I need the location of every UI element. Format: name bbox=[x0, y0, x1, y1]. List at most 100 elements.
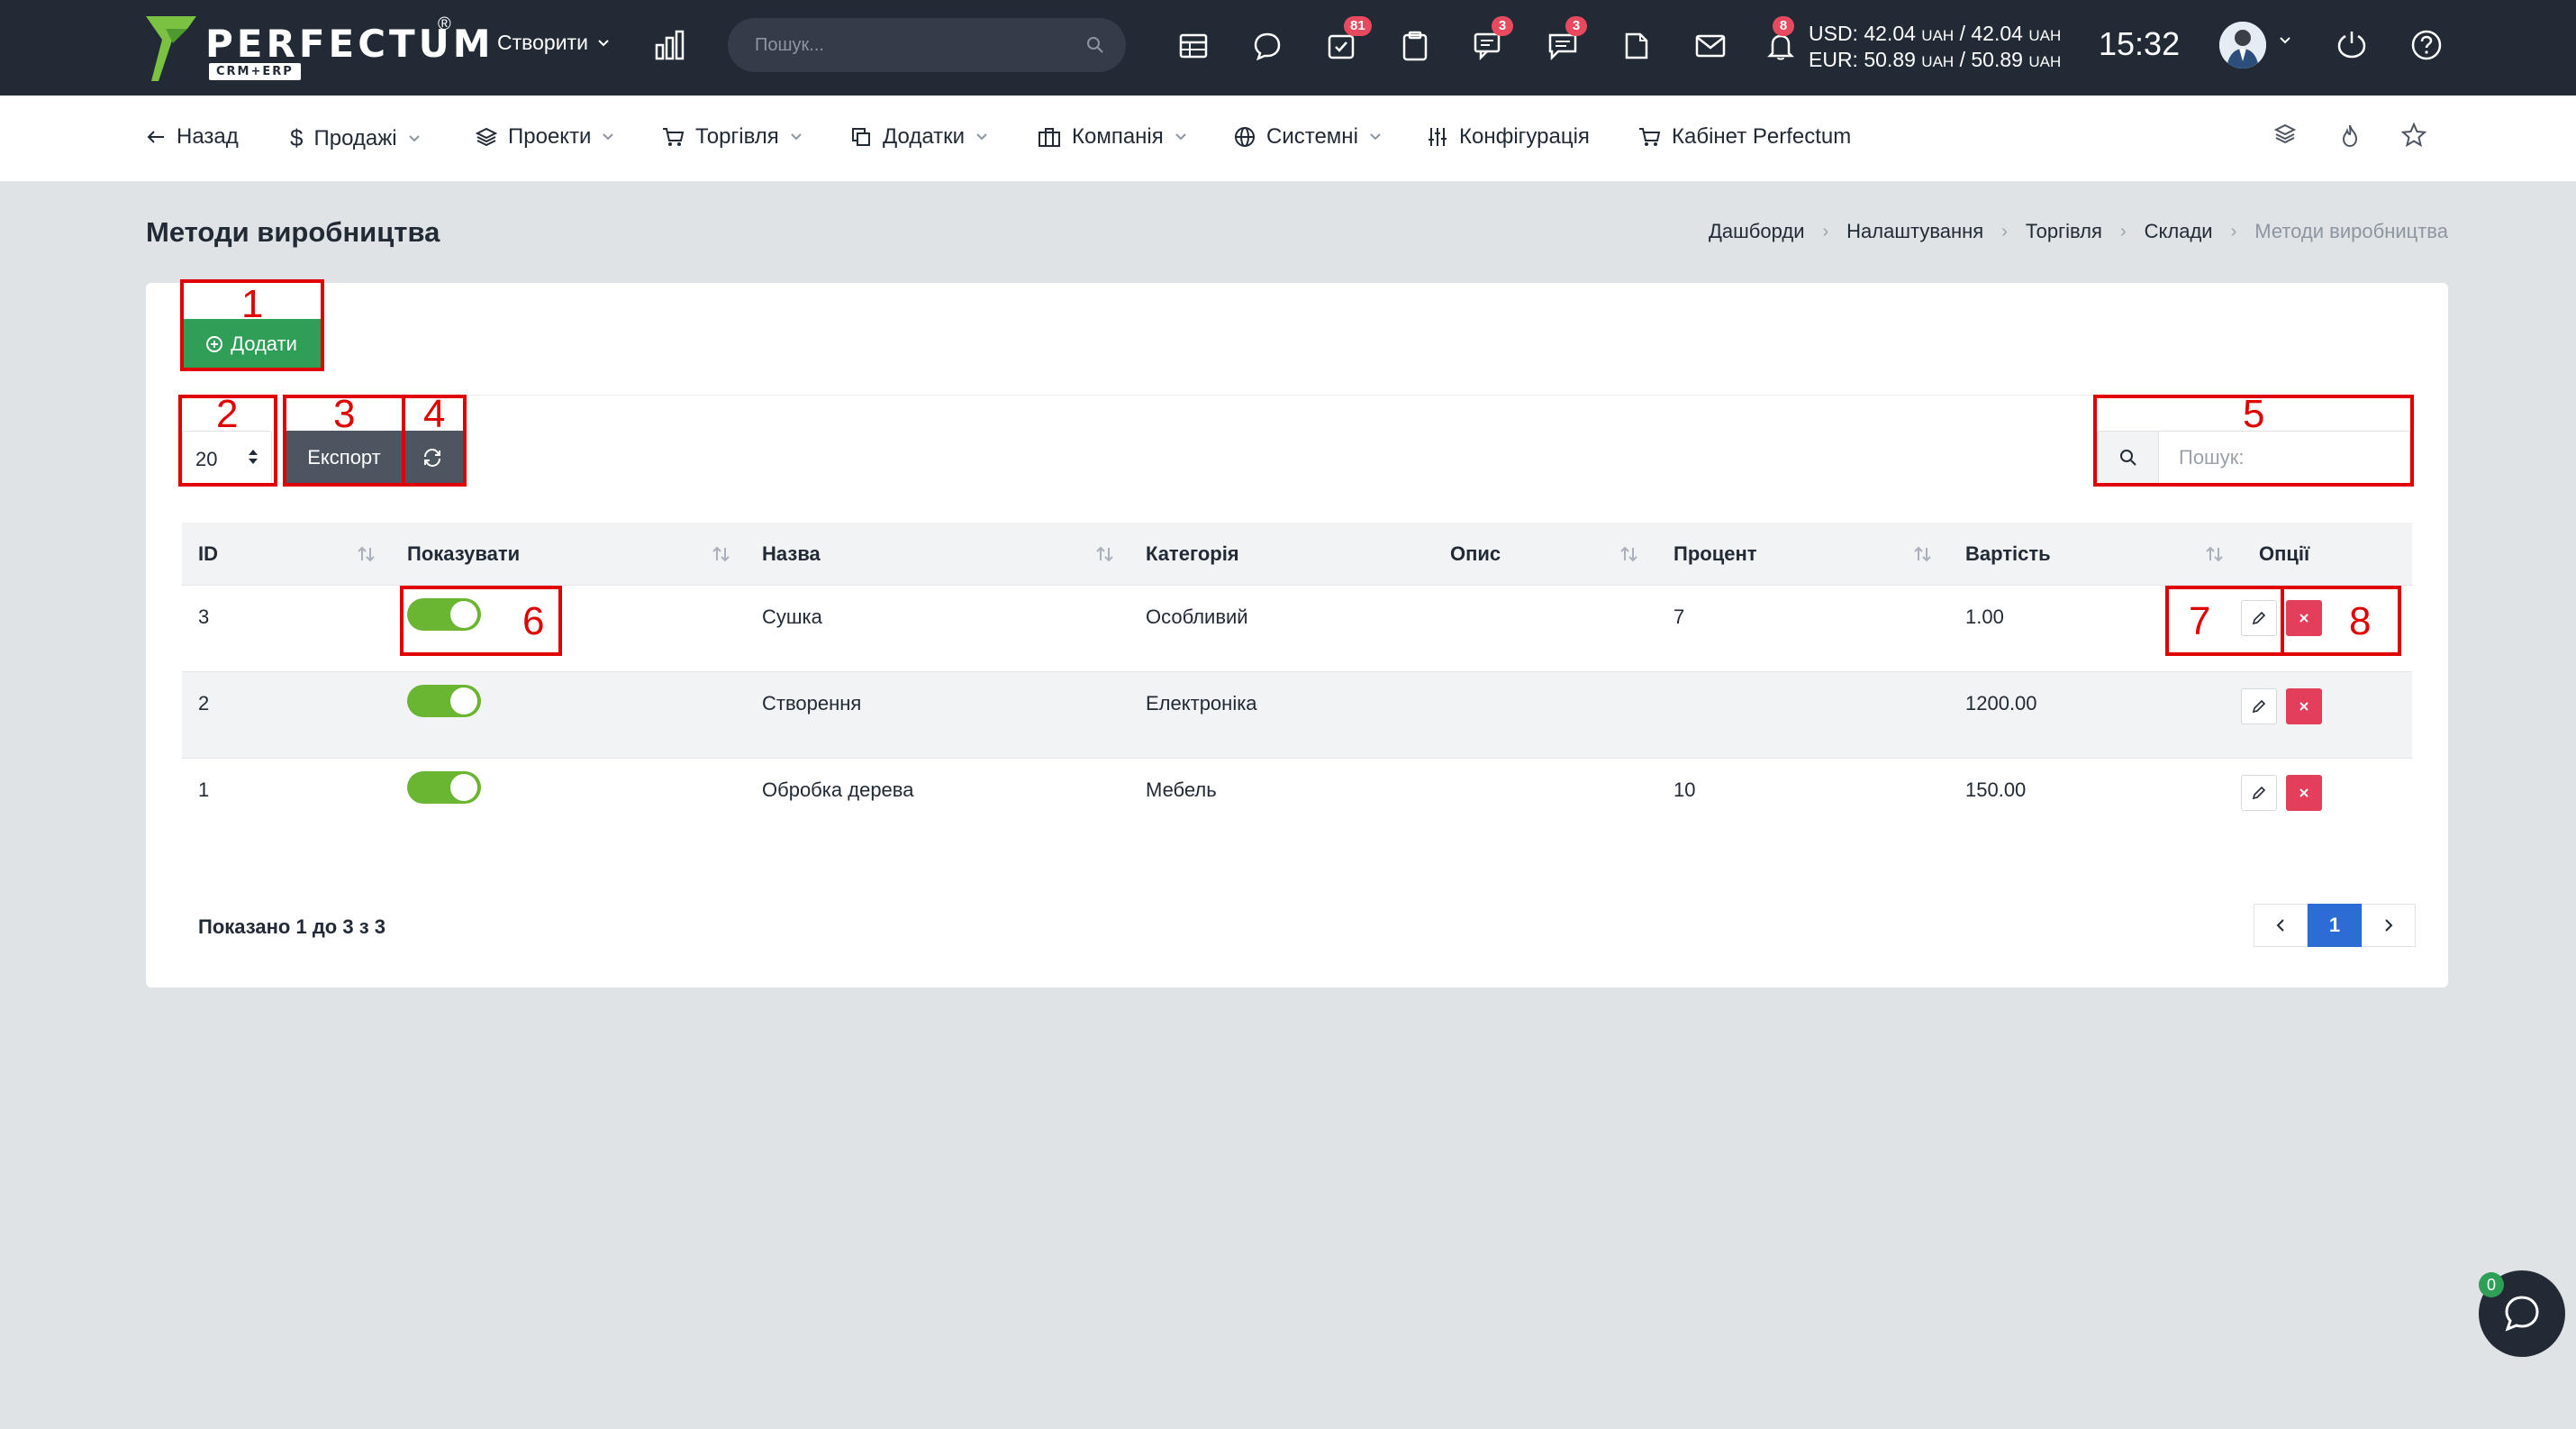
sort-icon[interactable] bbox=[1619, 544, 1639, 564]
next-page-button[interactable] bbox=[2362, 904, 2416, 947]
chevron-down-icon bbox=[1175, 133, 1186, 141]
pagination: 1 bbox=[2254, 904, 2416, 947]
chevron-down-icon bbox=[1370, 133, 1381, 141]
delete-button[interactable] bbox=[2286, 688, 2322, 724]
help-icon[interactable] bbox=[2410, 29, 2443, 61]
chevron-down-icon bbox=[603, 133, 614, 141]
breadcrumb: Дашборди › Налаштування › Торгівля › Скл… bbox=[1709, 220, 2448, 243]
show-toggle[interactable] bbox=[407, 685, 481, 717]
nav-cabinet-label: Кабінет Perfectum bbox=[1672, 124, 1852, 149]
show-toggle[interactable] bbox=[407, 771, 481, 804]
sort-icon[interactable] bbox=[712, 544, 731, 564]
pencil-icon bbox=[2252, 699, 2266, 714]
nav-sales-label: Продажі bbox=[313, 125, 397, 150]
chat-bubble-icon[interactable] bbox=[1250, 29, 1284, 63]
nav-company-label: Компанія bbox=[1072, 124, 1164, 149]
nav-sales[interactable]: $ Продажі bbox=[290, 124, 421, 152]
page-button-current[interactable]: 1 bbox=[2308, 904, 2362, 947]
document-icon[interactable] bbox=[1619, 29, 1654, 63]
sort-icon[interactable] bbox=[1095, 544, 1115, 564]
discussion-icon[interactable]: 3 bbox=[1472, 16, 1513, 63]
layers-icon[interactable] bbox=[2273, 123, 2297, 146]
edit-button[interactable] bbox=[2241, 775, 2277, 811]
breadcrumb-settings[interactable]: Налаштування bbox=[1846, 220, 1983, 243]
nav-trade[interactable]: Торгівля bbox=[661, 124, 803, 150]
star-icon[interactable] bbox=[2401, 123, 2426, 148]
nav-cabinet[interactable]: Кабінет Perfectum bbox=[1637, 124, 1851, 150]
close-icon bbox=[2299, 702, 2308, 711]
chevron-right-icon bbox=[2385, 919, 2393, 932]
chevron-down-icon[interactable] bbox=[2279, 36, 2291, 45]
nav-projects[interactable]: Проекти bbox=[476, 124, 614, 150]
nav-back[interactable]: Назад bbox=[146, 124, 239, 150]
breadcrumb-dashboards[interactable]: Дашборди bbox=[1709, 220, 1804, 243]
tasks-icon[interactable]: 81 bbox=[1324, 16, 1372, 63]
breadcrumb-separator: › bbox=[2119, 221, 2127, 241]
global-search-input[interactable] bbox=[755, 31, 1061, 59]
calendar-icon[interactable] bbox=[1176, 29, 1211, 63]
pagination-info: Показано 1 до 3 з 3 bbox=[198, 915, 385, 938]
chevron-down-icon bbox=[976, 133, 987, 141]
cell-cost: 1200.00 bbox=[1965, 692, 2037, 714]
prev-page-button[interactable] bbox=[2254, 904, 2308, 947]
create-menu[interactable]: Створити bbox=[497, 31, 610, 55]
messages-icon[interactable]: 3 bbox=[1546, 16, 1587, 63]
currency-rates: USD: 42.04 UAH / 42.04 UAH EUR: 50.89 UA… bbox=[1809, 22, 2061, 74]
edit-button[interactable] bbox=[2241, 688, 2277, 724]
column-header-id[interactable]: ID bbox=[198, 542, 218, 566]
perfectum-logo[interactable]: PERFECTUM ® CRM+ERP bbox=[146, 14, 491, 83]
power-icon[interactable] bbox=[2336, 29, 2367, 59]
create-menu-label: Створити bbox=[497, 31, 588, 54]
column-header-description[interactable]: Опис bbox=[1450, 542, 1501, 566]
cell-name: Сушка bbox=[762, 605, 822, 628]
sort-icon[interactable] bbox=[2205, 544, 2225, 564]
nav-config-label: Конфігурація bbox=[1459, 124, 1590, 149]
divider bbox=[182, 395, 2412, 396]
briefcase-icon bbox=[1039, 128, 1060, 147]
table-row: 1 Обробка дерева Мебель 10 150.00 bbox=[182, 759, 2412, 845]
notifications-bell-icon[interactable]: 8 bbox=[1764, 16, 1798, 63]
nav-system[interactable]: Системні bbox=[1234, 124, 1382, 150]
column-header-options: Опції bbox=[2259, 542, 2310, 565]
nav-addons[interactable]: Додатки bbox=[850, 124, 988, 150]
cart-icon bbox=[1639, 128, 1661, 146]
breadcrumb-separator: › bbox=[1822, 221, 1829, 241]
annotation-number-5: 5 bbox=[2243, 392, 2265, 436]
logo-subtitle: CRM+ERP bbox=[209, 63, 301, 80]
logo-registered-mark: ® bbox=[438, 14, 451, 34]
notifications-badge: 8 bbox=[1773, 16, 1794, 36]
global-search[interactable] bbox=[728, 18, 1126, 72]
nav-config[interactable]: Конфігурація bbox=[1427, 124, 1590, 150]
delete-button[interactable] bbox=[2286, 775, 2322, 811]
breadcrumb-warehouses[interactable]: Склади bbox=[2145, 220, 2213, 243]
nav-trade-label: Торгівля bbox=[695, 124, 779, 149]
chat-bubble-icon bbox=[2505, 1296, 2539, 1332]
sort-icon[interactable] bbox=[1913, 544, 1933, 564]
discussion-badge: 3 bbox=[1492, 16, 1513, 36]
nav-system-label: Системні bbox=[1266, 124, 1358, 149]
messages-badge: 3 bbox=[1565, 16, 1587, 36]
fire-icon[interactable] bbox=[2338, 123, 2362, 148]
stats-icon[interactable] bbox=[654, 29, 686, 61]
nav-addons-label: Додатки bbox=[883, 124, 966, 149]
avatar[interactable] bbox=[2219, 22, 2266, 68]
usd-rate: USD: 42.04 UAH / 42.04 UAH bbox=[1809, 22, 2062, 45]
annotation-number-6: 6 bbox=[522, 599, 545, 643]
annotation-number-3: 3 bbox=[333, 392, 356, 436]
column-header-show[interactable]: Показувати bbox=[407, 542, 520, 566]
column-header-name[interactable]: Назва bbox=[762, 542, 821, 566]
clipboard-icon[interactable] bbox=[1398, 29, 1432, 63]
chevron-down-icon bbox=[408, 134, 420, 141]
column-header-cost[interactable]: Вартість bbox=[1965, 542, 2051, 566]
annotation-number-2: 2 bbox=[216, 392, 239, 436]
nav-company[interactable]: Компанія bbox=[1038, 124, 1187, 150]
sort-icon[interactable] bbox=[357, 544, 376, 564]
column-header-category[interactable]: Категорія bbox=[1146, 542, 1239, 566]
column-header-percent[interactable]: Процент bbox=[1673, 542, 1757, 566]
globe-icon bbox=[1235, 127, 1255, 147]
layers-icon bbox=[476, 127, 497, 147]
annotation-box-8 bbox=[2281, 586, 2401, 656]
mail-icon[interactable] bbox=[1693, 29, 1728, 63]
breadcrumb-trade[interactable]: Торгівля bbox=[2026, 220, 2102, 243]
cell-name: Обробка дерева bbox=[762, 778, 914, 801]
